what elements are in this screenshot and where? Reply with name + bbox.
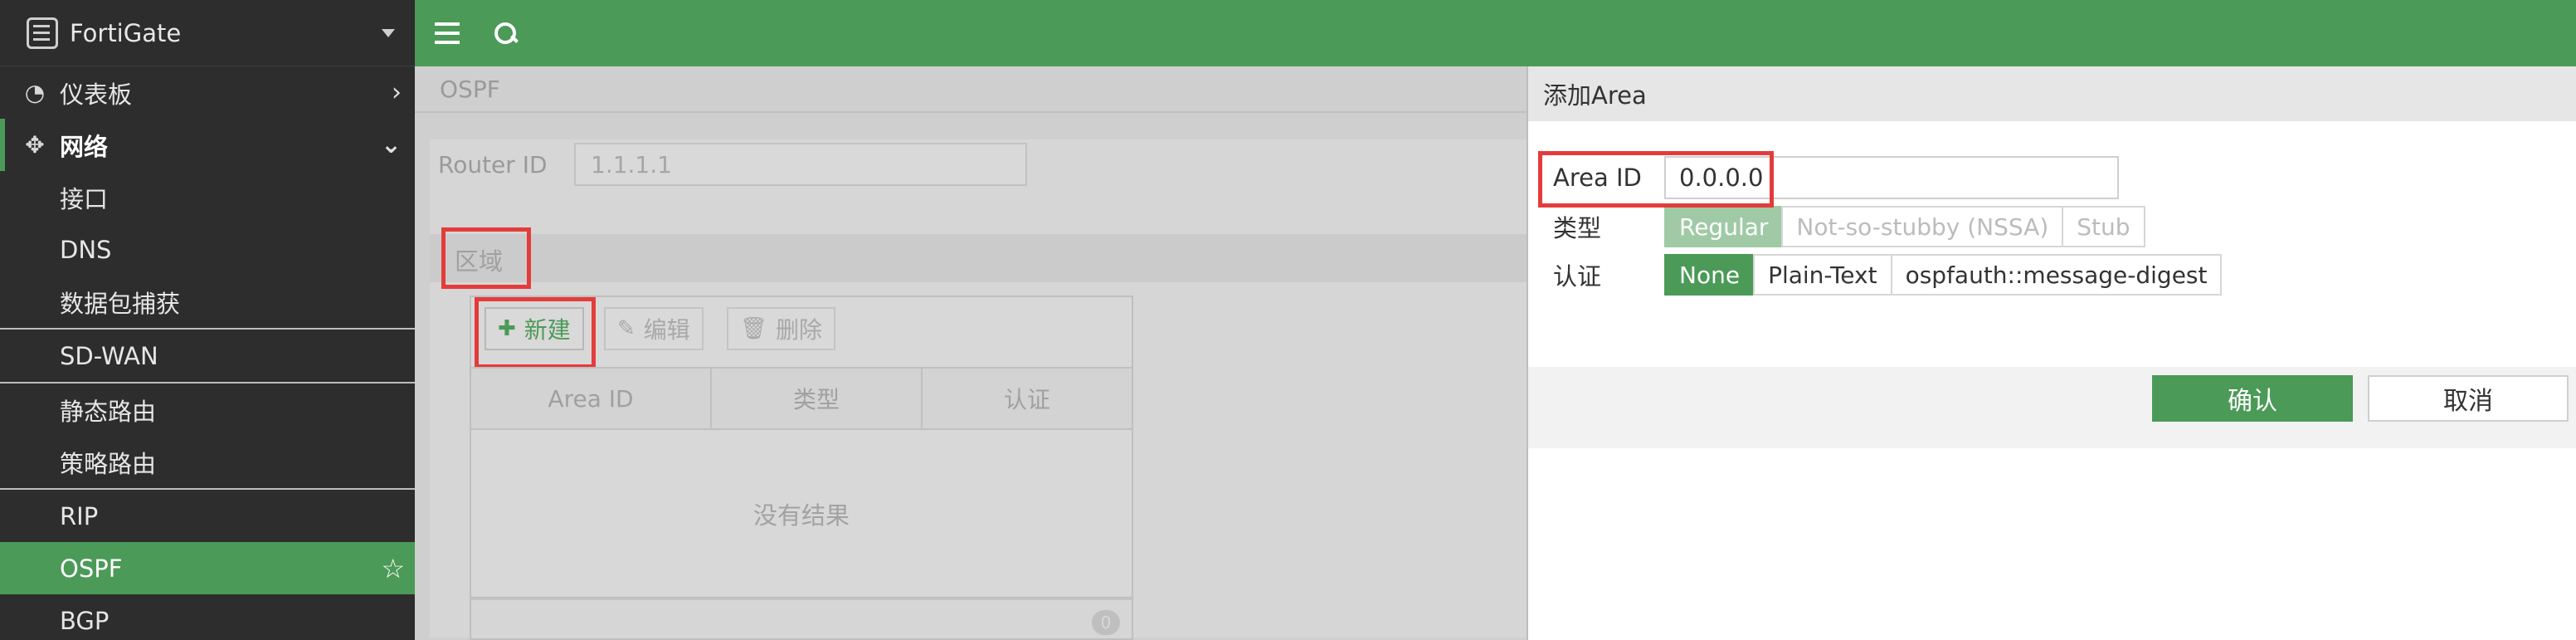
highlight-new-button [475, 297, 596, 369]
result-count-badge: 0 [1092, 610, 1120, 635]
highlight-area-id [1538, 151, 1774, 208]
table-empty-message: 没有结果 [470, 430, 1133, 598]
sidebar-item-label: 静态路由 [60, 397, 157, 426]
chevron-down-icon: ⌄ [380, 130, 402, 159]
type-selector: Regular Not-so-stubby (NSSA) Stub [1664, 206, 2145, 247]
sidebar-item-ospf[interactable]: OSPF ☆ [0, 542, 415, 594]
ok-button[interactable]: 确认 [2152, 375, 2353, 422]
sidebar-item-policy-routes[interactable]: 策略路由 [0, 436, 415, 488]
fortigate-logo-icon [27, 17, 58, 49]
router-id-input[interactable]: 1.1.1.1 [574, 143, 1027, 186]
router-id-row: Router ID 1.1.1.1 [438, 143, 1027, 186]
caret-down-icon[interactable] [382, 28, 395, 37]
sidebar-item-static-routes[interactable]: 静态路由 [0, 384, 415, 436]
type-option-regular[interactable]: Regular [1664, 206, 1784, 247]
sidebar-item-label: BGP [60, 606, 110, 635]
sidebar-item-network[interactable]: ✥ 网络 ⌄ [0, 119, 415, 171]
column-header-type[interactable]: 类型 [712, 369, 923, 428]
sidebar: FortiGate ◔ 仪表板 › ✥ 网络 ⌄ 接口 DNS 数据包捕获 SD… [0, 0, 415, 640]
sidebar-item-dashboard[interactable]: ◔ 仪表板 › [0, 66, 415, 119]
brand-name: FortiGate [70, 18, 182, 47]
dashboard-icon: ◔ [24, 79, 46, 106]
sidebar-item-interfaces[interactable]: 接口 [0, 171, 415, 223]
chevron-right-icon: › [392, 78, 402, 107]
sidebar-item-bgp[interactable]: BGP [0, 594, 415, 640]
brand-header[interactable]: FortiGate [0, 0, 415, 66]
column-header-area-id[interactable]: Area ID [471, 369, 712, 428]
column-header-auth[interactable]: 认证 [923, 369, 1132, 428]
sidebar-item-label: 数据包捕获 [60, 289, 181, 318]
sidebar-item-label: OSPF [60, 554, 123, 583]
favorite-star-icon[interactable]: ☆ [381, 553, 405, 584]
sidebar-item-label: 接口 [60, 184, 109, 213]
edit-button-label: 编辑 [643, 316, 690, 344]
type-label: 类型 [1553, 214, 1602, 242]
top-bar [415, 0, 2576, 66]
sidebar-item-label: DNS [60, 235, 112, 264]
network-move-icon: ✥ [25, 131, 45, 159]
table-header: Area ID 类型 认证 [470, 367, 1133, 430]
auth-option-message-digest[interactable]: ospfauth::message-digest [1890, 254, 2223, 296]
search-icon[interactable] [493, 21, 518, 46]
page-title: OSPF [415, 66, 1527, 113]
highlight-area-title [441, 227, 531, 289]
delete-button-label: 删除 [776, 316, 823, 344]
router-id-label: Router ID [438, 150, 548, 178]
sidebar-item-label: SD-WAN [60, 341, 158, 370]
sidebar-item-dns[interactable]: DNS [0, 223, 415, 276]
sidebar-item-label: 仪表板 [60, 80, 133, 109]
type-row: 类型 Regular Not-so-stubby (NSSA) Stub [1553, 206, 2145, 247]
area-section-header [430, 234, 1527, 282]
sidebar-item-label: 网络 [60, 132, 109, 161]
sidebar-item-rip[interactable]: RIP [0, 490, 415, 542]
menu-icon[interactable] [435, 22, 460, 44]
auth-option-none[interactable]: None [1664, 254, 1755, 296]
edit-button[interactable]: ✎ 编辑 [604, 307, 704, 350]
sidebar-item-sd-wan[interactable]: SD-WAN [0, 330, 415, 382]
cancel-button[interactable]: 取消 [2368, 375, 2569, 422]
type-option-stub[interactable]: Stub [2062, 206, 2145, 247]
auth-selector: None Plain-Text ospfauth::message-digest [1664, 254, 2223, 296]
auth-label: 认证 [1553, 262, 1602, 291]
dialog-title: 添加Area [1528, 66, 2576, 121]
delete-button[interactable]: 🗑 删除 [727, 307, 836, 350]
sidebar-item-label: RIP [60, 501, 99, 530]
auth-option-plain-text[interactable]: Plain-Text [1753, 254, 1892, 296]
table-footer: 0 [470, 598, 1133, 640]
trash-icon: 🗑 [740, 316, 768, 341]
sidebar-item-label: 策略路由 [60, 449, 157, 478]
pencil-icon: ✎ [617, 316, 635, 341]
type-option-nssa[interactable]: Not-so-stubby (NSSA) [1781, 206, 2064, 247]
auth-row: 认证 None Plain-Text ospfauth::message-dig… [1553, 254, 2223, 296]
sidebar-item-packet-capture[interactable]: 数据包捕获 [0, 276, 415, 328]
